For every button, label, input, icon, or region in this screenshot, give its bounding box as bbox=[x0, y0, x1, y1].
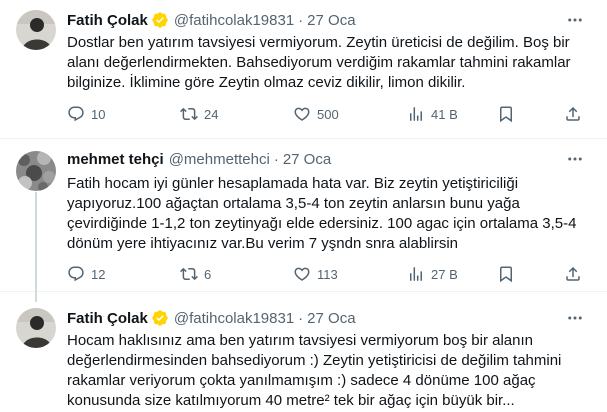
more-icon[interactable] bbox=[565, 308, 585, 328]
author-handle[interactable]: @fatihcolak19831 bbox=[174, 310, 294, 327]
bookmark-button[interactable] bbox=[497, 264, 515, 284]
author-handle[interactable]: @mehmettehci bbox=[169, 151, 270, 168]
avatar[interactable] bbox=[16, 10, 56, 50]
like-button[interactable]: 113 bbox=[293, 264, 338, 284]
views-icon bbox=[410, 107, 422, 121]
separator: · bbox=[298, 309, 304, 327]
share-icon bbox=[566, 106, 580, 121]
tweet-date[interactable]: 27 Oca bbox=[307, 12, 355, 29]
share-icon bbox=[566, 266, 580, 281]
views-icon bbox=[410, 267, 422, 281]
author-name[interactable]: mehmet tehçi bbox=[67, 151, 164, 168]
avatar[interactable] bbox=[16, 308, 56, 348]
bookmark-icon bbox=[500, 266, 512, 283]
tweet-actions: 12 6 113 27 B bbox=[67, 264, 587, 284]
share-button[interactable] bbox=[564, 264, 582, 284]
thread-line bbox=[35, 292, 37, 302]
retweet-icon bbox=[180, 107, 198, 121]
tweet[interactable]: Fatih Çolak @fatihcolak19831 · 27 Oca Ho… bbox=[0, 292, 607, 412]
reply-count: 12 bbox=[91, 266, 106, 282]
more-icon[interactable] bbox=[565, 10, 585, 30]
tweet-date[interactable]: 27 Oca bbox=[283, 151, 331, 168]
reply-icon bbox=[68, 106, 84, 122]
tweet-actions: 10 24 500 41 B bbox=[67, 104, 587, 124]
separator: · bbox=[298, 11, 304, 29]
avatar[interactable] bbox=[16, 151, 56, 191]
thread-line bbox=[35, 192, 37, 292]
reply-count: 10 bbox=[91, 106, 106, 122]
verified-badge-icon bbox=[152, 310, 168, 326]
bookmark-button[interactable] bbox=[497, 104, 515, 124]
share-button[interactable] bbox=[564, 104, 582, 124]
views-count: 27 B bbox=[431, 266, 458, 282]
reply-button[interactable]: 10 bbox=[67, 104, 105, 124]
more-icon[interactable] bbox=[565, 149, 585, 169]
tweet[interactable]: Fatih Çolak @fatihcolak19831 · 27 Oca Do… bbox=[0, 0, 607, 139]
heart-icon bbox=[294, 267, 310, 281]
like-button[interactable]: 500 bbox=[293, 104, 339, 124]
tweet-text: Dostlar ben yatırım tavsiyesi vermiyorum… bbox=[67, 34, 571, 91]
bookmark-icon bbox=[500, 106, 512, 123]
retweet-count: 6 bbox=[204, 266, 212, 282]
author-name[interactable]: Fatih Çolak bbox=[67, 310, 148, 327]
tweet-text: Hocam haklısınız ama ben yatırım tavsiye… bbox=[67, 332, 562, 409]
verified-badge-icon bbox=[152, 12, 168, 28]
views-count: 41 B bbox=[431, 106, 458, 122]
separator: · bbox=[273, 150, 279, 168]
author-name[interactable]: Fatih Çolak bbox=[67, 12, 148, 29]
retweet-icon bbox=[180, 267, 198, 281]
heart-icon bbox=[294, 107, 310, 121]
like-count: 500 bbox=[317, 106, 339, 122]
retweet-button[interactable]: 24 bbox=[180, 104, 218, 124]
views-button[interactable]: 41 B bbox=[407, 104, 458, 124]
tweet-date[interactable]: 27 Oca bbox=[307, 310, 355, 327]
reply-icon bbox=[68, 266, 84, 282]
retweet-count: 24 bbox=[204, 106, 219, 122]
tweet-text: Fatih hocam iyi günler hesaplamada hata … bbox=[67, 175, 577, 252]
author-handle[interactable]: @fatihcolak19831 bbox=[174, 12, 294, 29]
retweet-button[interactable]: 6 bbox=[180, 264, 211, 284]
tweet[interactable]: mehmet tehçi @mehmettehci · 27 Oca Fatih… bbox=[0, 140, 607, 292]
like-count: 113 bbox=[317, 266, 338, 282]
reply-button[interactable]: 12 bbox=[67, 264, 105, 284]
views-button[interactable]: 27 B bbox=[407, 264, 458, 284]
